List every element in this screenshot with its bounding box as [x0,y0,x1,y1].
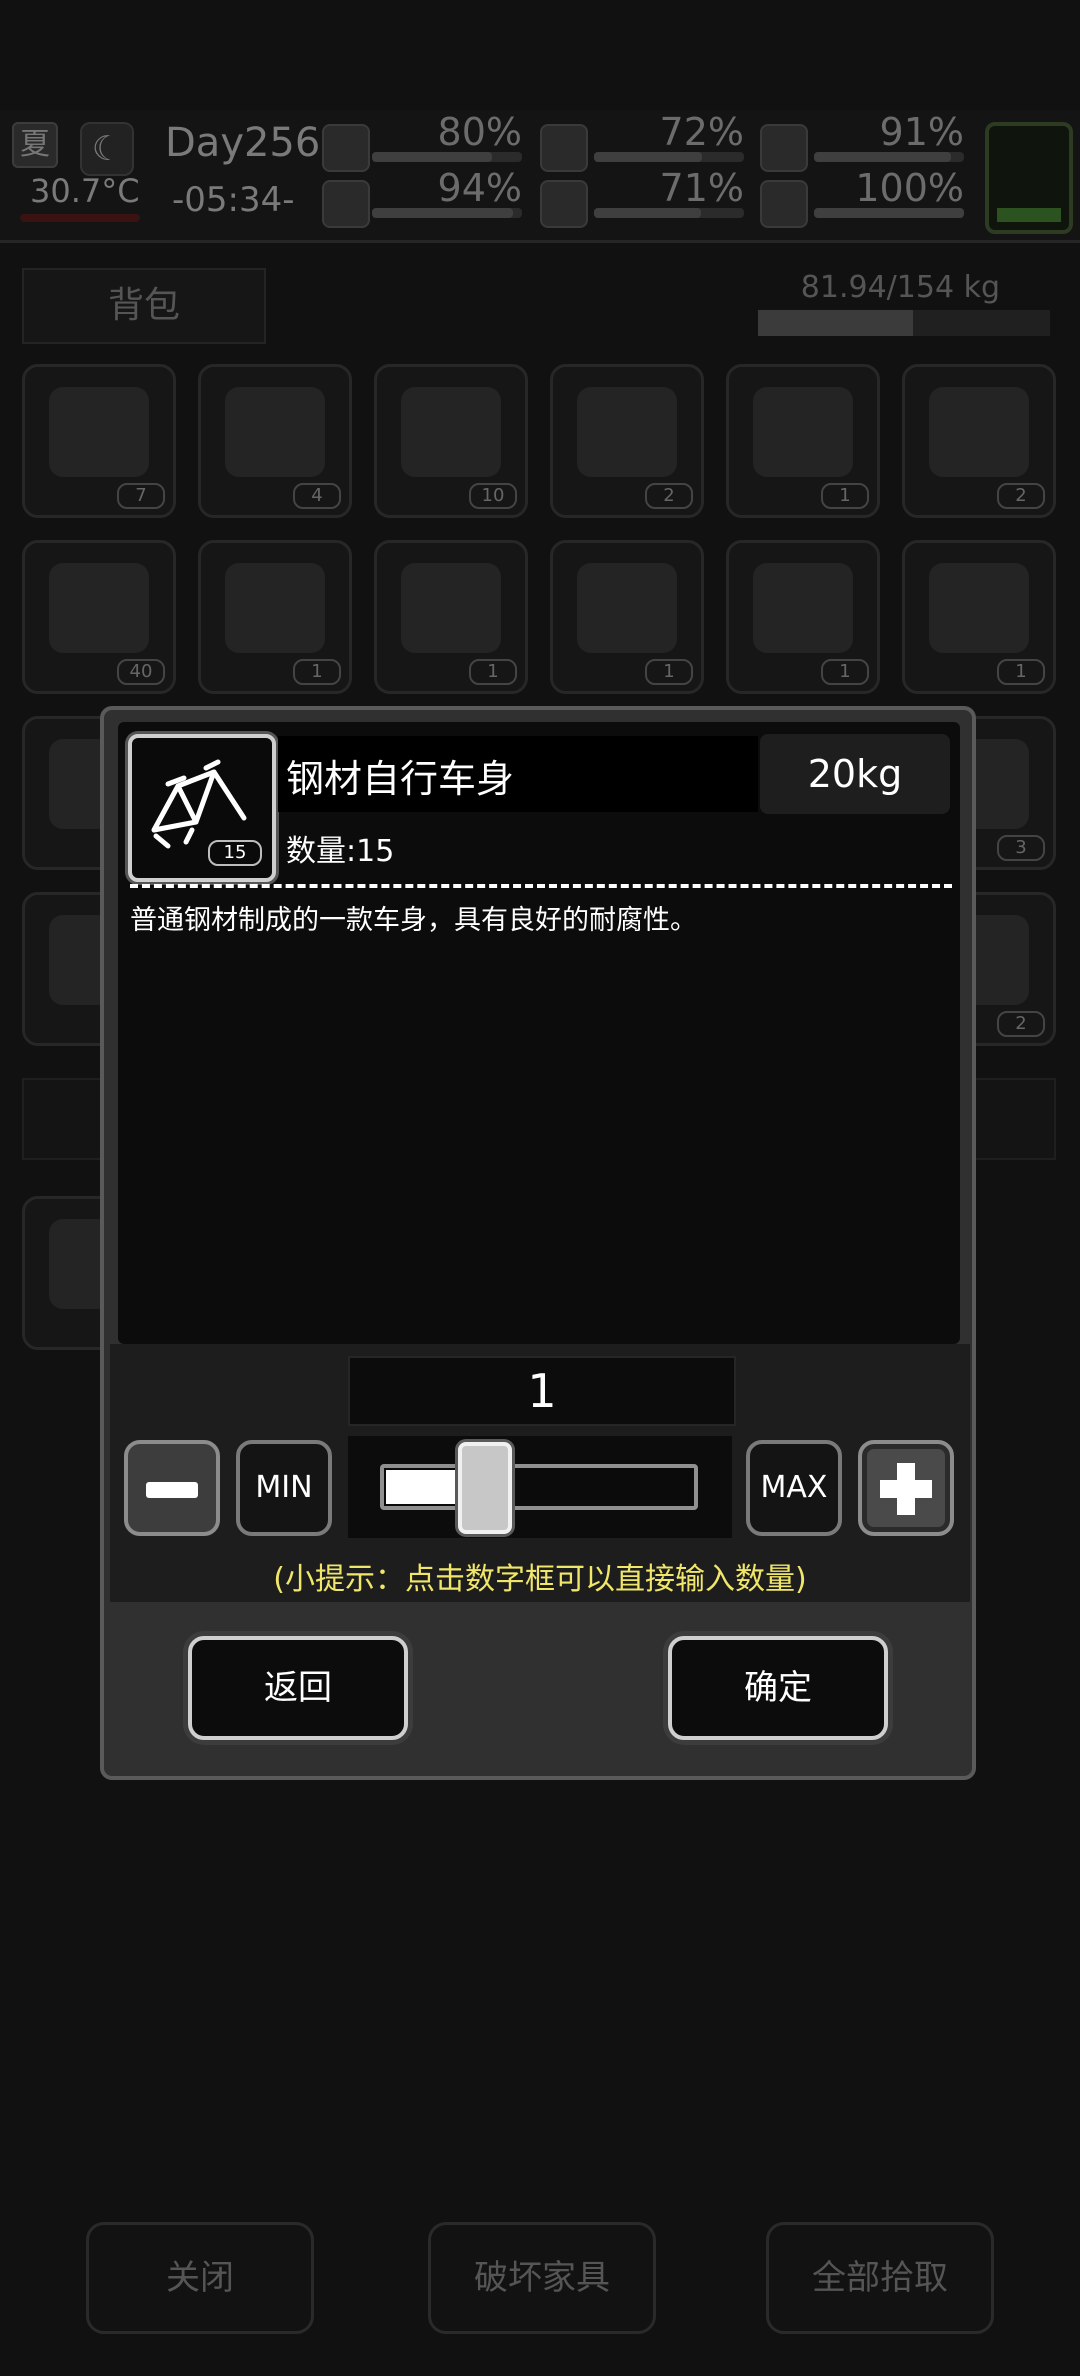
inventory-slot[interactable]: 1 [902,540,1056,694]
weight-bar [758,310,1050,336]
slot-count-badge: 2 [997,483,1045,509]
minus-icon [146,1482,198,1498]
inventory-slot[interactable]: 1 [726,364,880,518]
medkit-icon [322,124,370,172]
item-thumbnail [49,387,149,477]
close-button[interactable]: 关闭 [86,2222,314,2334]
inventory-slot[interactable]: 1 [198,540,352,694]
stat-thirst-bar [594,208,744,218]
slot-count-badge: 1 [645,659,693,685]
inventory-slot[interactable]: 2 [550,364,704,518]
moon-icon: ☾ [80,122,134,176]
inventory-slot[interactable]: 1 [374,540,528,694]
item-thumbnail [225,387,325,477]
stat-health-value: 80% [437,110,522,154]
input-hint: (小提示：点击数字框可以直接输入数量) [273,1562,807,1597]
quantity-input[interactable]: 1 [348,1356,736,1426]
item-thumbnail [401,563,501,653]
temperature-bar [20,214,140,222]
slot-count-badge: 1 [821,659,869,685]
day-counter: Day256 [165,120,321,166]
confirm-button[interactable]: 确定 [668,1636,888,1740]
slot-count-badge: 10 [469,483,517,509]
slot-count-badge: 2 [997,1011,1045,1037]
back-button[interactable]: 返回 [188,1636,408,1740]
pickup-all-button[interactable]: 全部拾取 [766,2222,994,2334]
stat-hunger-value: 72% [659,110,744,154]
inventory-slot[interactable]: 1 [550,540,704,694]
inventory-slot[interactable]: 1 [726,540,880,694]
stomach-icon [540,124,588,172]
slot-count-badge: 7 [117,483,165,509]
item-name: 钢材自行车身 [286,757,515,801]
item-quantity: 数量:15 [286,834,395,869]
slot-count-badge: 40 [117,659,165,685]
temperature-readout: 30.7°C [30,172,140,210]
stat-mood-value: 100% [855,166,964,210]
slot-count-badge: 4 [293,483,341,509]
weight-readout: 81.94/154 kg [800,270,1000,305]
max-button[interactable]: MAX [746,1440,842,1536]
stat-stamina-value: 94% [437,166,522,210]
stat-medicine-bar [814,152,964,162]
slot-count-badge: 1 [293,659,341,685]
stat-stamina-bar [372,208,522,218]
item-description: 普通钢材制成的一款车身，具有良好的耐腐性。 [130,905,697,936]
slot-count-badge: 1 [469,659,517,685]
item-thumbnail [753,563,853,653]
battery-icon [985,122,1073,234]
item-count-badge: 15 [208,840,262,866]
item-thumbnail [577,387,677,477]
heart-icon [760,180,808,228]
item-thumbnail [225,563,325,653]
game-clock: -05:34- [172,180,295,220]
item-thumbnail [753,387,853,477]
item-weight: 20kg [760,734,950,814]
leg-icon [322,180,370,228]
slot-count-badge: 1 [997,659,1045,685]
decrease-button[interactable] [124,1440,220,1536]
slot-count-badge: 1 [821,483,869,509]
inventory-slot[interactable]: 10 [374,364,528,518]
item-thumbnail [929,387,1029,477]
pill-icon [760,124,808,172]
inventory-slot[interactable]: 4 [198,364,352,518]
tab-backpack[interactable]: 背包 [22,268,266,344]
slot-count-badge: 2 [645,483,693,509]
inventory-slot[interactable]: 40 [22,540,176,694]
stat-health-bar [372,152,522,162]
inventory-slot[interactable]: 7 [22,364,176,518]
item-thumbnail [49,563,149,653]
item-thumbnail [577,563,677,653]
season-icon: 夏 [12,122,58,168]
destroy-furniture-button[interactable]: 破坏家具 [428,2222,656,2334]
slot-count-badge: 3 [997,835,1045,861]
stat-medicine-value: 91% [879,110,964,154]
stat-hunger-bar [594,152,744,162]
quantity-slider-handle[interactable] [458,1442,512,1534]
inventory-slot[interactable]: 2 [902,364,1056,518]
item-thumbnail [401,387,501,477]
increase-button[interactable] [858,1440,954,1536]
min-button[interactable]: MIN [236,1440,332,1536]
stat-mood-bar [814,208,964,218]
water-drop-icon [540,180,588,228]
item-thumbnail [929,563,1029,653]
quantity-slider-fill [386,1470,462,1504]
dashed-divider [130,884,952,888]
stat-thirst-value: 71% [659,166,744,210]
